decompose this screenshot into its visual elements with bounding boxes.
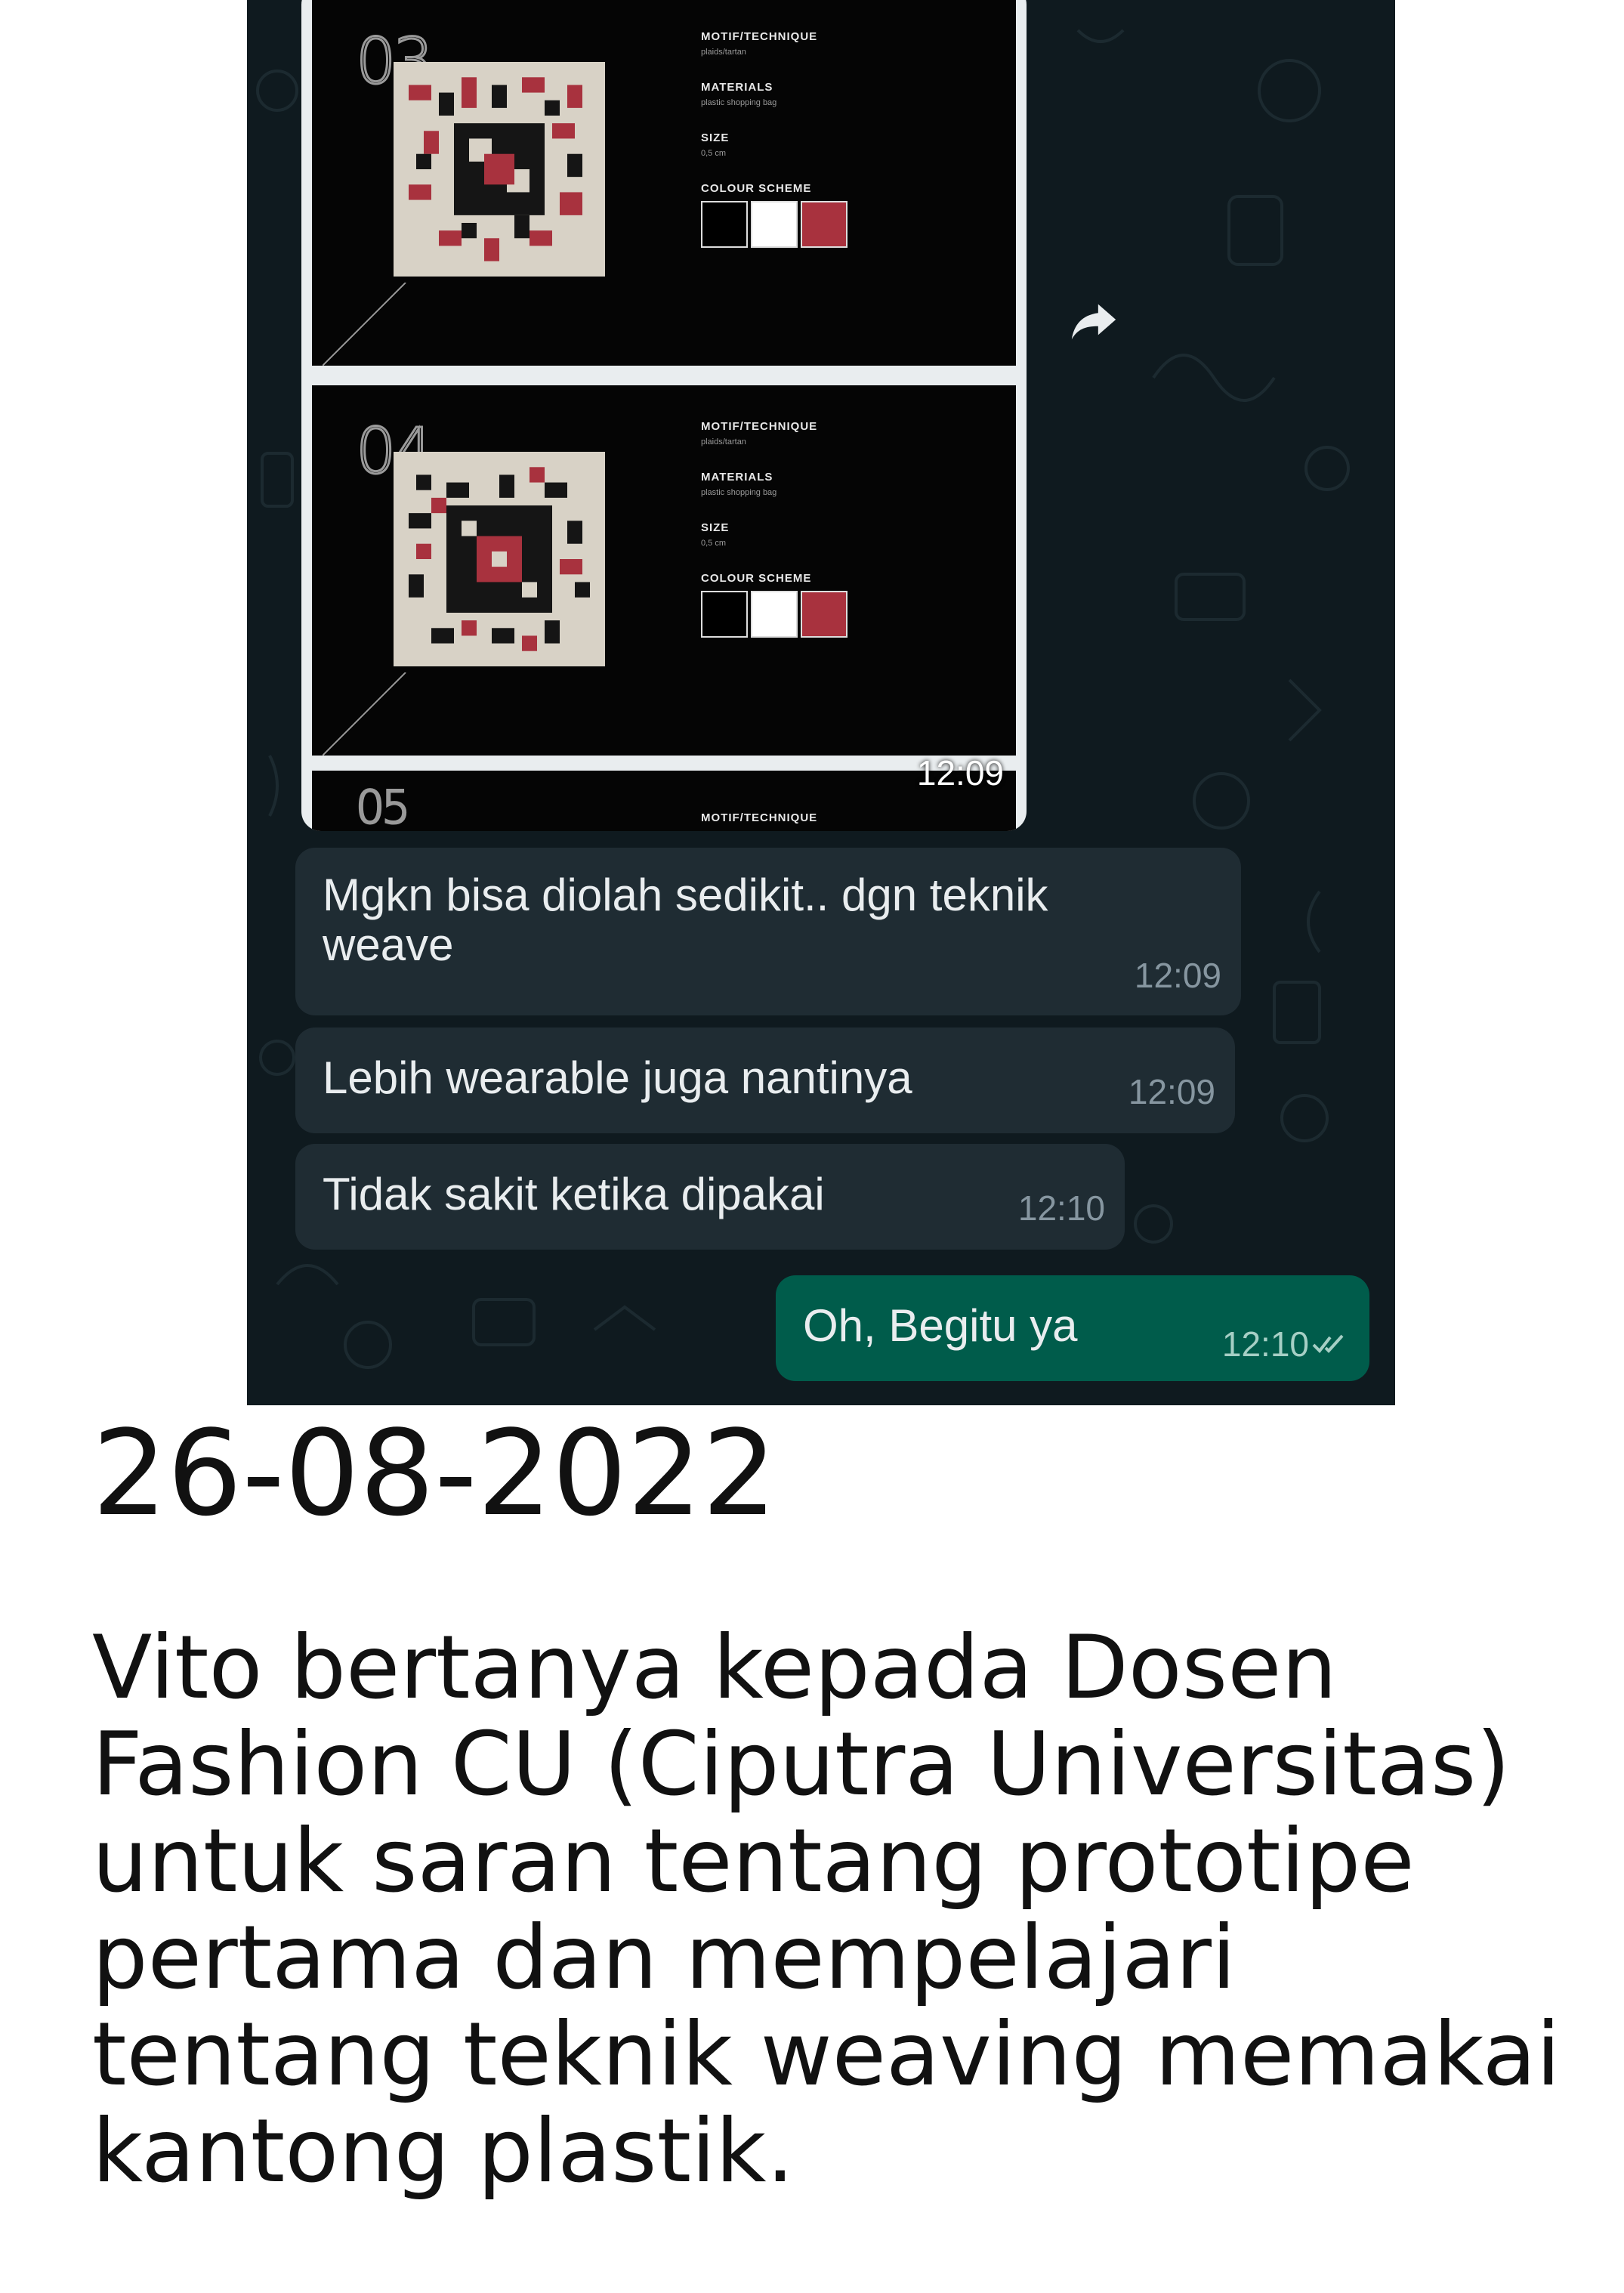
colour-swatch xyxy=(701,591,748,638)
slide-number: 05 xyxy=(354,780,411,832)
size-value: 0,5 cm xyxy=(701,539,727,548)
caption-date: 26-08-2022 xyxy=(92,1405,777,1542)
colour-swatches xyxy=(701,201,973,248)
message-time: 12:09 xyxy=(1128,1072,1215,1111)
incoming-message[interactable]: Mgkn bisa diolah sedikit.. dgn teknik we… xyxy=(295,848,1241,1015)
message-time: 12:09 xyxy=(1134,956,1221,995)
colour-scheme-label: COLOUR SCHEME xyxy=(701,572,812,585)
materials-label: MATERIALS xyxy=(701,471,773,484)
colour-swatch xyxy=(801,591,848,638)
forward-arrow-icon xyxy=(1071,304,1116,340)
woven-sample-image xyxy=(394,62,605,277)
colour-swatch xyxy=(751,201,798,248)
chat-screenshot: 03 MOTIF/TECHNIQUE plaids/tartan MATERIA… xyxy=(247,0,1395,1405)
message-text: Lebih wearable juga nantinya xyxy=(323,1052,912,1103)
forward-button[interactable] xyxy=(1061,287,1126,352)
slide-specs: MOTIF/TECHNIQUE xyxy=(701,811,973,824)
outgoing-message[interactable]: Oh, Begitu ya 12:10 xyxy=(776,1275,1369,1381)
materials-value: plastic shopping bag xyxy=(701,488,777,497)
size-label: SIZE xyxy=(701,521,730,534)
message-text: Mgkn bisa diolah sedikit.. dgn teknik we… xyxy=(323,870,1048,970)
size-value: 0,5 cm xyxy=(701,149,727,158)
incoming-message[interactable]: Tidak sakit ketika dipakai 12:10 xyxy=(295,1144,1125,1250)
colour-swatch xyxy=(801,201,848,248)
colour-swatch xyxy=(751,591,798,638)
woven-sample-image xyxy=(394,452,605,666)
motif-label: MOTIF/TECHNIQUE xyxy=(701,420,818,433)
read-double-check-icon xyxy=(1312,1334,1344,1354)
materials-value: plastic shopping bag xyxy=(701,98,777,107)
colour-swatch xyxy=(701,201,748,248)
colour-scheme-label: COLOUR SCHEME xyxy=(701,182,812,195)
colour-swatches xyxy=(701,591,973,638)
slide-line-decoration xyxy=(323,283,406,366)
caption-description: Vito bertanya kepada Dosen Fashion CU (C… xyxy=(92,1617,1561,2202)
motif-value: plaids/tartan xyxy=(701,437,746,447)
motif-label: MOTIF/TECHNIQUE xyxy=(701,30,818,43)
presentation-slide-04: 04 MOTIF/TECHNIQUE plaids/tartan MATERIA… xyxy=(312,385,1016,756)
slide-specs: MOTIF/TECHNIQUE plaids/tartan MATERIALS … xyxy=(701,30,973,248)
incoming-message[interactable]: Lebih wearable juga nantinya 12:09 xyxy=(295,1028,1235,1133)
motif-value: plaids/tartan xyxy=(701,48,746,57)
size-label: SIZE xyxy=(701,131,730,144)
message-text: Tidak sakit ketika dipakai xyxy=(323,1169,825,1219)
presentation-slide-03: 03 MOTIF/TECHNIQUE plaids/tartan MATERIA… xyxy=(312,0,1016,366)
motif-label: MOTIF/TECHNIQUE xyxy=(701,811,818,824)
presentation-slide-05: 05 MOTIF/TECHNIQUE xyxy=(312,771,1016,831)
materials-label: MATERIALS xyxy=(701,81,773,94)
slide-line-decoration xyxy=(323,672,406,756)
image-message[interactable]: 03 MOTIF/TECHNIQUE plaids/tartan MATERIA… xyxy=(301,0,1027,831)
message-time: 12:10 xyxy=(1221,1324,1309,1364)
message-time: 12:10 xyxy=(1017,1188,1105,1228)
slide-specs: MOTIF/TECHNIQUE plaids/tartan MATERIALS … xyxy=(701,420,973,638)
message-time: 12:09 xyxy=(916,753,1004,793)
